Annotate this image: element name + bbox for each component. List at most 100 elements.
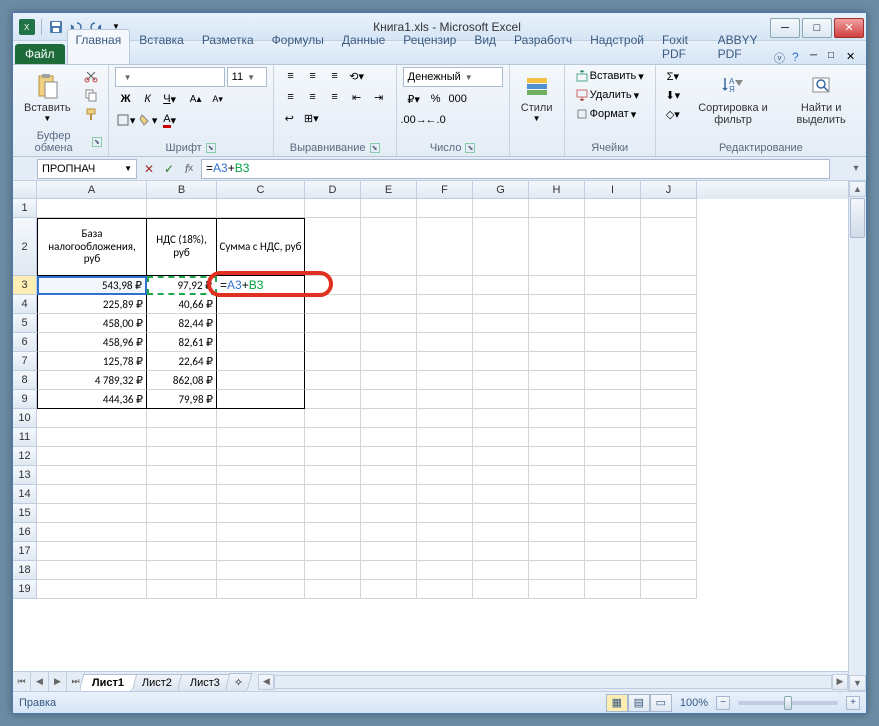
cell-A[interactable] (37, 504, 147, 523)
column-header-D[interactable]: D (305, 181, 361, 199)
cell-B[interactable]: 97,92 ₽ (147, 276, 217, 295)
cell-A[interactable]: 543,98 ₽ (37, 276, 147, 295)
cell-B[interactable] (147, 523, 217, 542)
cell-G[interactable] (473, 504, 529, 523)
cell-C[interactable] (217, 352, 305, 371)
cell-B[interactable] (147, 428, 217, 447)
cell-H[interactable] (529, 218, 585, 276)
format-cells-button[interactable]: Формат▾ (571, 105, 642, 123)
cell-D[interactable] (305, 428, 361, 447)
cell-J[interactable] (641, 523, 697, 542)
new-sheet-icon[interactable]: ✧ (225, 673, 253, 691)
cell-H[interactable] (529, 352, 585, 371)
cell-F[interactable] (417, 371, 473, 390)
font-dialog-icon[interactable]: ⬊ (206, 143, 216, 153)
cell-G[interactable] (473, 561, 529, 580)
number-dialog-icon[interactable]: ⬊ (465, 143, 475, 153)
cell-D[interactable] (305, 466, 361, 485)
cell-F[interactable] (417, 542, 473, 561)
cell-A[interactable] (37, 561, 147, 580)
cell-C[interactable] (217, 333, 305, 352)
cell-G[interactable] (473, 352, 529, 371)
cell-J[interactable] (641, 333, 697, 352)
align-left-icon[interactable]: ≡ (280, 88, 302, 106)
cell-B[interactable] (147, 199, 217, 218)
copy-icon[interactable] (80, 86, 102, 104)
cell-D[interactable] (305, 561, 361, 580)
cell-B[interactable] (147, 561, 217, 580)
column-header-B[interactable]: B (147, 181, 217, 199)
cell-I[interactable] (585, 523, 641, 542)
cell-A[interactable] (37, 485, 147, 504)
cell-I[interactable] (585, 466, 641, 485)
cell-H[interactable] (529, 466, 585, 485)
cell-I[interactable] (585, 447, 641, 466)
zoom-slider[interactable] (738, 701, 838, 705)
name-box[interactable]: ПРОПНАЧ▼ (37, 159, 137, 179)
cell-E[interactable] (361, 352, 417, 371)
cell-H[interactable] (529, 523, 585, 542)
cell-H[interactable] (529, 333, 585, 352)
cell-C[interactable] (217, 504, 305, 523)
cell-E[interactable] (361, 218, 417, 276)
cell-H[interactable] (529, 485, 585, 504)
cell-C[interactable] (217, 542, 305, 561)
cell-I[interactable] (585, 428, 641, 447)
cell-D[interactable] (305, 485, 361, 504)
format-painter-icon[interactable] (80, 105, 102, 123)
cell-I[interactable] (585, 333, 641, 352)
cell-E[interactable] (361, 428, 417, 447)
cell-A[interactable]: 458,96 ₽ (37, 333, 147, 352)
cell-J[interactable] (641, 561, 697, 580)
row-header-3[interactable]: 3 (13, 276, 37, 295)
sheet-nav-first-icon[interactable]: ⏮ (13, 672, 31, 691)
cell-B[interactable] (147, 504, 217, 523)
cell-G[interactable] (473, 466, 529, 485)
cell-D[interactable] (305, 580, 361, 599)
autosum-icon[interactable]: Σ▾ (662, 67, 684, 85)
column-header-G[interactable]: G (473, 181, 529, 199)
insert-function-icon[interactable]: fx (179, 159, 199, 179)
cell-D[interactable] (305, 333, 361, 352)
view-page-layout-icon[interactable]: ▤ (628, 694, 650, 712)
clipboard-dialog-icon[interactable]: ⬊ (92, 137, 101, 147)
cell-E[interactable] (361, 580, 417, 599)
cell-H[interactable] (529, 199, 585, 218)
cell-F[interactable] (417, 466, 473, 485)
ribbon-tab-foxit pdf[interactable]: Foxit PDF (653, 29, 709, 64)
cell-H[interactable] (529, 409, 585, 428)
formula-bar-expand-icon[interactable]: ▾ (848, 163, 864, 174)
ribbon-tab-рецензир[interactable]: Рецензир (394, 29, 465, 64)
cell-I[interactable] (585, 218, 641, 276)
font-size-combo[interactable]: 11▼ (227, 67, 267, 87)
cell-A[interactable] (37, 428, 147, 447)
cell-A[interactable]: 225,89 ₽ (37, 295, 147, 314)
shrink-font-icon[interactable]: A▾ (207, 90, 229, 108)
cell-E[interactable] (361, 314, 417, 333)
cell-H[interactable] (529, 428, 585, 447)
cell-D[interactable] (305, 504, 361, 523)
cell-G[interactable] (473, 542, 529, 561)
view-normal-icon[interactable]: ▦ (606, 694, 628, 712)
styles-button[interactable]: Стили ▼ (516, 67, 558, 126)
alignment-dialog-icon[interactable]: ⬊ (370, 143, 380, 153)
sheet-nav-prev-icon[interactable]: ◀ (31, 672, 49, 691)
cell-J[interactable] (641, 199, 697, 218)
row-header-1[interactable]: 1 (13, 199, 37, 218)
cell-E[interactable] (361, 199, 417, 218)
cell-H[interactable] (529, 276, 585, 295)
cell-A[interactable]: 125,78 ₽ (37, 352, 147, 371)
row-header-4[interactable]: 4 (13, 295, 37, 314)
cell-G[interactable] (473, 371, 529, 390)
cell-E[interactable] (361, 409, 417, 428)
cell-I[interactable] (585, 314, 641, 333)
row-header-15[interactable]: 15 (13, 504, 37, 523)
cut-icon[interactable] (80, 67, 102, 85)
cell-B[interactable] (147, 542, 217, 561)
workbook-min-icon[interactable]: ─ (810, 50, 824, 64)
cell-B[interactable]: НДС (18%), руб (147, 218, 217, 276)
cell-D[interactable] (305, 542, 361, 561)
row-header-9[interactable]: 9 (13, 390, 37, 409)
cell-C[interactable]: =A3+B3 (217, 276, 305, 295)
column-header-C[interactable]: C (217, 181, 305, 199)
